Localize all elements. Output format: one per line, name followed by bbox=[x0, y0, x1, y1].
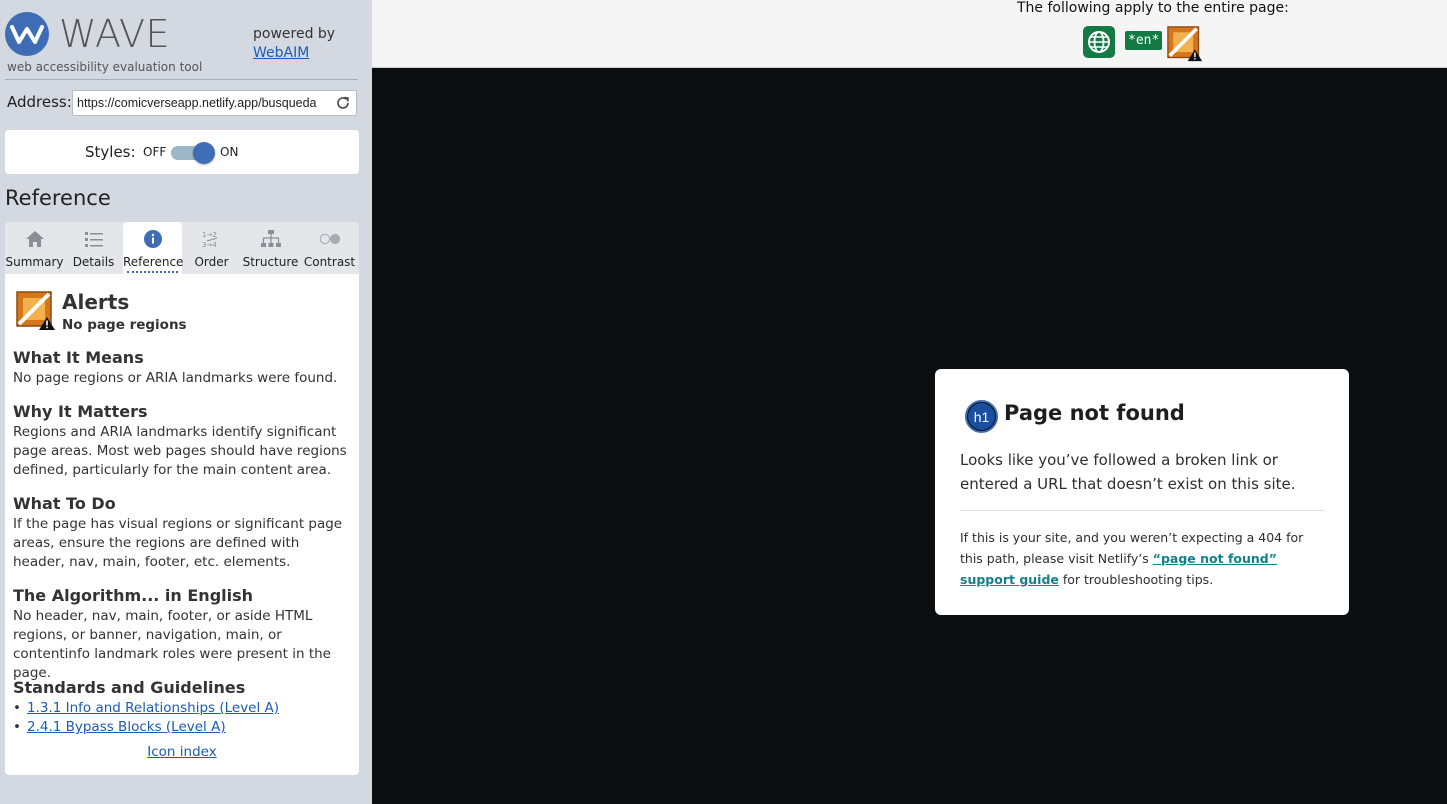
not-found-message: Looks like you’ve followed a broken link… bbox=[960, 451, 1296, 493]
what-to-do-text: If the page has visual regions or signif… bbox=[13, 516, 343, 570]
styles-toggle[interactable] bbox=[171, 142, 215, 164]
no-page-regions-alert-icon[interactable] bbox=[1167, 26, 1203, 62]
order-icon: 1→2 3→4 bbox=[201, 229, 223, 249]
standards-list: 1.3.1 Info and Relationships (Level A) 2… bbox=[13, 699, 279, 737]
h1-badge-label: h1 bbox=[968, 403, 995, 430]
icon-index-link[interactable]: Icon index bbox=[147, 744, 216, 760]
webaim-link[interactable]: WebAIM bbox=[253, 45, 309, 61]
wave-sidebar: WAVE web accessibility evaluation tool p… bbox=[0, 0, 372, 804]
reference-panel: Alerts No page regions What It Means No … bbox=[5, 274, 359, 775]
alert-category: Alerts bbox=[62, 290, 130, 314]
styles-toggle-knob[interactable] bbox=[193, 142, 215, 164]
what-it-means-heading: What It Means bbox=[13, 348, 144, 367]
card-divider bbox=[960, 510, 1324, 511]
icon-index-row: Icon index bbox=[5, 744, 359, 760]
standard-link-2-4-1[interactable]: 2.4.1 Bypass Blocks (Level A) bbox=[27, 719, 226, 735]
section-heading: Reference bbox=[5, 186, 111, 210]
list-item: 1.3.1 Info and Relationships (Level A) bbox=[13, 699, 279, 718]
why-it-matters-heading: Why It Matters bbox=[13, 402, 148, 421]
alert-item-name: No page regions bbox=[62, 317, 187, 333]
language-badge[interactable]: *en* bbox=[1125, 31, 1163, 50]
what-it-means-text: No page regions or ARIA landmarks were f… bbox=[13, 370, 338, 386]
page-level-caption: The following apply to the entire page: bbox=[1017, 0, 1289, 16]
language-globe-icon[interactable] bbox=[1083, 26, 1115, 58]
tab-label: Contrast bbox=[303, 255, 356, 269]
tab-label: Summary bbox=[5, 255, 64, 269]
address-input[interactable] bbox=[77, 94, 327, 112]
list-icon bbox=[83, 229, 105, 249]
tab-label: Structure bbox=[242, 255, 299, 269]
svg-text:1→2: 1→2 bbox=[202, 231, 217, 239]
tab-order[interactable]: 1→2 3→4 Order bbox=[182, 222, 241, 274]
tab-label: Reference bbox=[123, 255, 184, 269]
home-icon bbox=[24, 229, 46, 249]
tab-contrast[interactable]: Contrast bbox=[300, 222, 359, 274]
page-level-icons-bar: The following apply to the entire page: … bbox=[372, 0, 1447, 68]
algorithm-heading: The Algorithm... in English bbox=[13, 586, 254, 605]
why-it-matters-text: Regions and ARIA landmarks identify sign… bbox=[13, 424, 347, 478]
h1-heading-icon[interactable]: h1 bbox=[965, 400, 998, 433]
hint-text-after: for troubleshooting tips. bbox=[1058, 572, 1214, 587]
algorithm-text: No header, nav, main, footer, or aside H… bbox=[13, 608, 331, 681]
styles-label: Styles: bbox=[85, 143, 136, 161]
svg-text:3→4: 3→4 bbox=[202, 241, 217, 249]
what-to-do-heading: What To Do bbox=[13, 494, 116, 513]
tab-summary[interactable]: Summary bbox=[5, 222, 64, 274]
styles-on-label: ON bbox=[220, 145, 239, 159]
wave-logo-title: WAVE bbox=[59, 12, 171, 56]
not-found-card: h1 Page not found Looks like you’ve foll… bbox=[935, 369, 1349, 615]
address-bar bbox=[72, 90, 357, 116]
info-icon bbox=[142, 229, 164, 249]
tab-label: Details bbox=[72, 255, 115, 269]
wave-header: WAVE web accessibility evaluation tool p… bbox=[5, 8, 358, 80]
wave-logo-icon bbox=[5, 12, 49, 56]
powered-by-text: powered by bbox=[253, 26, 336, 42]
list-item: 2.4.1 Bypass Blocks (Level A) bbox=[13, 718, 279, 737]
site-owner-hint: If this is your site, and you weren’t ex… bbox=[960, 527, 1330, 590]
standards-heading: Standards and Guidelines bbox=[13, 678, 246, 697]
tab-label: Order bbox=[194, 255, 229, 269]
alert-no-regions-icon bbox=[16, 291, 55, 330]
address-label: Address: bbox=[7, 93, 72, 111]
styles-toggle-panel: Styles: OFF ON bbox=[5, 130, 359, 174]
tab-structure[interactable]: Structure bbox=[241, 222, 300, 274]
page-title: Page not found bbox=[1004, 401, 1185, 425]
tab-reference[interactable]: Reference bbox=[123, 222, 184, 274]
panel-tabs: Summary Details Reference 1→23→4 Order bbox=[5, 222, 359, 274]
tab-details[interactable]: Details bbox=[64, 222, 123, 274]
structure-icon bbox=[260, 229, 282, 249]
active-tab-indicator bbox=[127, 271, 178, 273]
standard-link-1-3-1[interactable]: 1.3.1 Info and Relationships (Level A) bbox=[27, 700, 279, 716]
contrast-icon bbox=[319, 229, 341, 249]
refresh-icon[interactable] bbox=[335, 95, 351, 111]
styles-off-label: OFF bbox=[143, 145, 167, 159]
wave-tagline: web accessibility evaluation tool bbox=[7, 60, 203, 74]
